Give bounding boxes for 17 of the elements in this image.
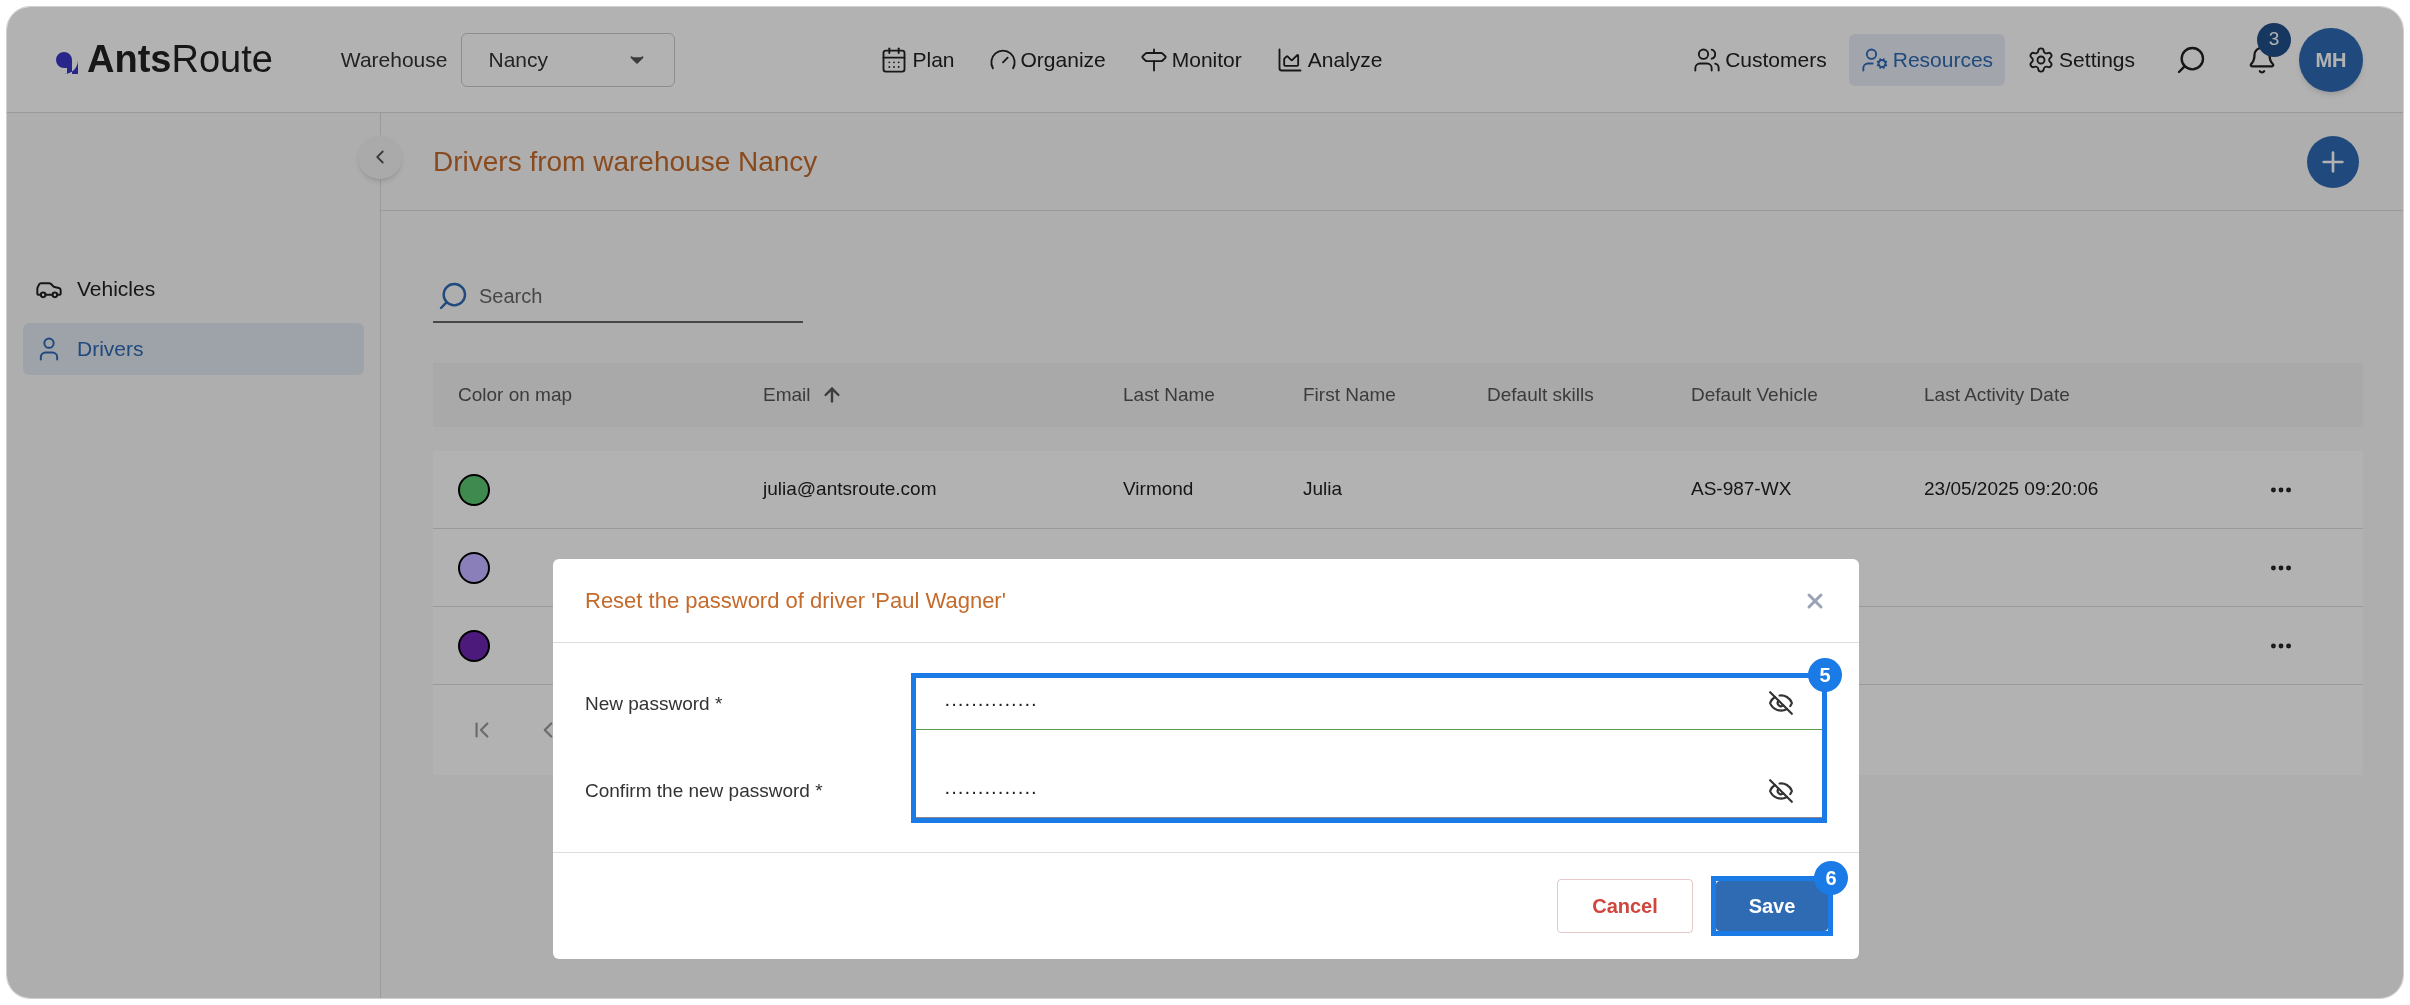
table-cell-text: Virmond xyxy=(1123,477,1195,502)
search-placeholder: Search xyxy=(479,284,544,309)
table-cell-text: Julia xyxy=(1303,477,1344,502)
page-title: Drivers from warehouse Nancy xyxy=(433,144,818,179)
table-cell-text: julia@antsroute.com xyxy=(763,477,938,502)
logo-text: AntsRoute xyxy=(87,37,273,82)
notification-badge: 3 xyxy=(2257,22,2291,57)
table-cell-text: 23/05/2025 09:20:06 xyxy=(1924,477,2100,502)
dialog-title: Reset the password of driver 'Paul Wagner' xyxy=(585,587,1006,615)
step-badge: 5 xyxy=(1808,657,1842,692)
step-badge: 6 xyxy=(1814,861,1848,895)
password-value: ·············· xyxy=(944,691,1039,716)
table-cell-text: AS-987-WX xyxy=(1691,477,1793,502)
field-label: Confirm the new password * xyxy=(585,778,824,803)
field-label: New password * xyxy=(585,692,724,716)
password-value: ·············· xyxy=(944,779,1039,804)
warehouse-label: Warehouse xyxy=(340,46,448,73)
